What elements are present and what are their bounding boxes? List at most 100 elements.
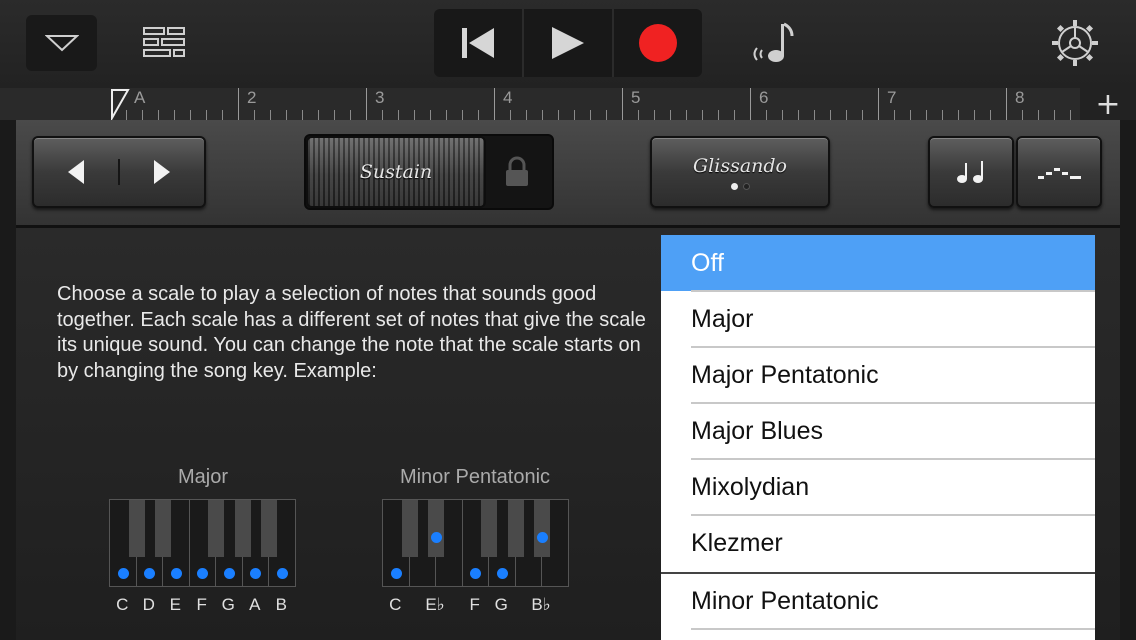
ruler-bar-line	[878, 88, 879, 120]
note-label: B♭	[531, 595, 551, 614]
eighth-notes-icon	[957, 161, 983, 183]
ruler-tick	[926, 110, 927, 120]
ruler-tick	[398, 110, 399, 120]
arrow-left-icon	[68, 160, 84, 184]
page-dot	[742, 182, 750, 190]
octave-up-button[interactable]	[120, 159, 204, 185]
metronome-button[interactable]	[748, 18, 798, 68]
ruler-bar-number: 5	[631, 88, 641, 107]
note-label: A	[249, 595, 261, 614]
list-separator	[691, 346, 1095, 348]
note-label: C	[116, 595, 129, 614]
ruler-tick	[718, 110, 719, 120]
ruler-tick	[910, 110, 911, 120]
ruler-bar-number: 3	[375, 88, 385, 107]
ruler-tick	[430, 110, 431, 120]
ruler-bar-number: 8	[1015, 88, 1025, 107]
lock-icon[interactable]	[502, 156, 532, 188]
ruler-start-marker: A	[134, 88, 146, 107]
tracks-view-button[interactable]	[138, 20, 190, 64]
record-button[interactable]	[614, 9, 702, 77]
scale-option[interactable]: Minor Pentatonic	[661, 573, 1095, 629]
ruler-tick	[254, 110, 255, 120]
scale-option[interactable]: Major	[661, 291, 1095, 347]
arrow-right-icon	[154, 160, 170, 184]
note-label: B	[275, 595, 287, 614]
scale-option[interactable]: Klezmer	[661, 515, 1095, 571]
scale-option[interactable]: Major Pentatonic	[661, 347, 1095, 403]
metronome-note-icon	[753, 22, 794, 62]
scale-description: Choose a scale to play a selection of no…	[57, 283, 646, 382]
page-indicator	[730, 182, 750, 190]
octave-switch	[32, 136, 206, 208]
ruler-tick	[846, 110, 847, 120]
sustain-button[interactable]: Sustain	[306, 136, 486, 208]
black-key	[128, 500, 145, 557]
record-icon	[639, 24, 677, 62]
notes-mode-button[interactable]	[928, 136, 1014, 208]
note-label: E♭	[425, 595, 445, 614]
ruler-tick	[862, 110, 863, 120]
ruler-tick	[990, 110, 991, 120]
ruler-tick	[478, 110, 479, 120]
ruler-tick	[414, 110, 415, 120]
gear-icon	[1052, 20, 1098, 66]
ruler-tick	[302, 110, 303, 120]
ruler-tick	[590, 110, 591, 120]
scale-option[interactable]: Off	[661, 235, 1095, 291]
scale-list[interactable]: Off Major Major Pentatonic Major Blues Mixol…	[661, 235, 1095, 640]
glissando-label: Glissando	[693, 154, 787, 177]
ruler-bar-line	[622, 88, 623, 120]
ruler-tick	[670, 110, 671, 120]
ruler-bar-line	[1006, 88, 1007, 120]
ruler-tick	[606, 110, 607, 120]
black-key	[208, 500, 224, 557]
ruler-bar-number: 7	[887, 88, 897, 107]
note-label: C	[389, 595, 402, 614]
transport-controls	[434, 9, 702, 77]
glissando-button[interactable]: Glissando	[650, 136, 830, 208]
sustain-control: Sustain	[304, 134, 554, 210]
page-dot-active	[730, 182, 738, 190]
add-section-button[interactable]: +	[1080, 87, 1136, 122]
controls-strip: Sustain Glissando	[16, 120, 1120, 228]
ruler-tick	[958, 110, 959, 120]
note-label: D	[142, 595, 155, 614]
ruler-tick	[766, 110, 767, 120]
dropdown-button[interactable]	[26, 15, 97, 71]
ruler-gutter	[0, 88, 110, 120]
settings-button[interactable]	[1048, 16, 1102, 70]
black-key	[234, 500, 251, 557]
play-button[interactable]	[524, 9, 614, 77]
note-label: E	[169, 595, 181, 614]
ruler-tick	[510, 110, 511, 120]
ruler-bar-number: 6	[759, 88, 769, 107]
scale-note-dot	[276, 568, 288, 579]
ruler-tick	[190, 110, 191, 120]
rewind-button[interactable]	[434, 9, 524, 77]
ruler-tick	[270, 110, 271, 120]
ruler-tick	[702, 110, 703, 120]
scale-note-dot	[223, 568, 235, 579]
scale-option[interactable]: Mixolydian	[661, 459, 1095, 515]
black-key	[401, 500, 418, 557]
major-keyboard	[109, 499, 296, 587]
timeline-ruler[interactable]: A 2 3 4 5 6 7 8	[110, 88, 1119, 120]
ruler-tick	[334, 110, 335, 120]
scale-note-dot	[430, 532, 442, 543]
scale-note-dot	[496, 568, 508, 579]
black-key	[261, 500, 277, 557]
list-separator	[691, 290, 1095, 292]
ruler-tick	[350, 110, 351, 120]
tracks-view-icon	[143, 27, 185, 57]
ruler-bar-line	[494, 88, 495, 120]
ruler-tick	[382, 110, 383, 120]
octave-down-button[interactable]	[34, 159, 120, 185]
scale-option[interactable]: Major Blues	[661, 403, 1095, 459]
arpeggiator-button[interactable]	[1016, 136, 1102, 208]
ruler-tick	[126, 110, 127, 120]
black-key	[155, 500, 171, 557]
ruler-tick	[830, 110, 831, 120]
list-separator	[691, 458, 1095, 460]
black-key	[428, 500, 444, 557]
